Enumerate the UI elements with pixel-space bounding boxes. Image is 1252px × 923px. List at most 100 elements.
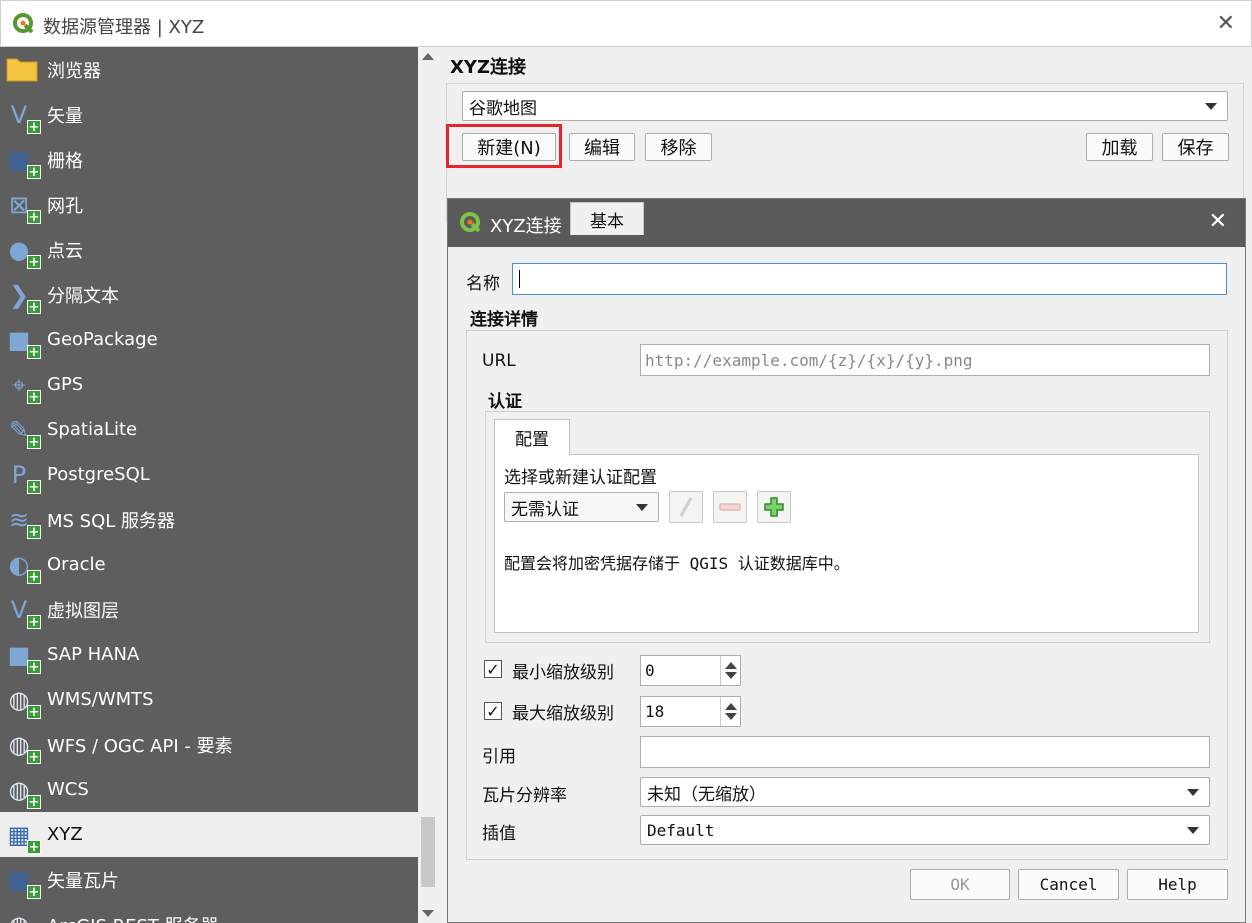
cancel-button[interactable]: Cancel (1018, 869, 1119, 900)
plus-icon: + (27, 704, 41, 720)
sidebar-item[interactable]: ▦ + XYZ (0, 812, 418, 857)
tile-resolution-value: 未知（无缩放） (647, 784, 766, 805)
auth-combo[interactable]: 无需认证 (504, 492, 659, 522)
sidebar-item-label: WCS (47, 779, 89, 800)
sidebar-item[interactable]: ◍ + WMS/WMTS (0, 677, 418, 722)
wms-icon: ◍ + (8, 685, 41, 720)
save-button[interactable]: 保存 (1162, 133, 1229, 161)
mssql-icon: ≋ + (8, 505, 41, 540)
wcs-icon: ◍ + (8, 775, 41, 810)
sidebar-item[interactable]: ◍ + WCS (0, 767, 418, 812)
window-title: 数据源管理器 | XYZ (43, 17, 205, 38)
tile-resolution-combo[interactable]: 未知（无缩放） (640, 777, 1210, 807)
help-button[interactable]: Help (1127, 869, 1228, 900)
tab-basic[interactable]: 基本 (570, 202, 644, 235)
spatialite-icon: ✎ + (8, 415, 41, 450)
dialog-title: XYZ连接 (490, 216, 562, 237)
source-sidebar: 浏览器 V + 矢量 ▦ + 栅格 ⊠ + 网孔 ● + 点云 ❯ + 分隔文本 ■ + GeoPackage ⌖ + G… (0, 47, 418, 923)
sidebar-item[interactable]: ◐ + Oracle (0, 542, 418, 587)
sidebar-item[interactable]: ▦ + 栅格 (0, 137, 418, 182)
sidebar-item-label: 虚拟图层 (47, 600, 119, 622)
sidebar-item[interactable]: ● + 点云 (0, 227, 418, 272)
sidebar-item[interactable]: ⌖ + GPS (0, 362, 418, 407)
plus-icon: + (27, 119, 41, 135)
sidebar-item[interactable]: ◍ + WFS / OGC API - 要素 (0, 722, 418, 767)
chevron-down-icon (1187, 789, 1199, 796)
referer-label: 引用 (482, 747, 516, 767)
sidebar-item-label: GPS (47, 374, 84, 395)
plus-icon: + (27, 299, 41, 315)
raster-icon: ▦ + (7, 145, 41, 180)
pencil-icon (679, 497, 693, 517)
max-zoom-checkbox[interactable]: ✓ (484, 701, 502, 721)
sidebar-item[interactable]: ❯ + 分隔文本 (0, 272, 418, 317)
referer-input[interactable] (640, 736, 1210, 768)
max-zoom-label: 最大缩放级别 (512, 704, 614, 724)
interpolation-value: Default (647, 820, 715, 840)
check-icon: ✓ (486, 659, 500, 679)
geopackage-icon: ■ + (7, 325, 41, 360)
min-zoom-label: 最小缩放级别 (512, 663, 614, 683)
min-zoom-checkbox[interactable]: ✓ (484, 659, 502, 679)
edit-auth-button[interactable] (669, 491, 703, 523)
sidebar-item[interactable]: ■ + GeoPackage (0, 317, 418, 362)
new-button[interactable]: 新建(N) (462, 133, 556, 161)
sidebar-item[interactable]: ⊠ + 网孔 (0, 182, 418, 227)
xyz-connection-dialog: XYZ连接 ✕ 名称 连接详情 URL http://example.com/{… (447, 198, 1246, 923)
edit-button[interactable]: 编辑 (569, 133, 635, 161)
min-zoom-spinbox[interactable]: 0 (640, 655, 741, 686)
spin-down-icon[interactable] (725, 672, 737, 679)
spin-up-icon[interactable] (725, 662, 737, 669)
sidebar-item-label: MS SQL 服务器 (47, 510, 176, 532)
spin-down-icon[interactable] (725, 713, 737, 720)
add-auth-button[interactable] (757, 491, 791, 523)
xyz-icon: ▦ + (7, 820, 41, 855)
remove-button[interactable]: 移除 (645, 133, 712, 161)
ok-button[interactable]: OK (910, 869, 1010, 900)
connection-combo-value: 谷歌地图 (469, 98, 537, 119)
url-label: URL (482, 351, 516, 371)
oracle-icon: ◐ + (8, 550, 41, 585)
url-placeholder: http://example.com/{z}/{x}/{y}.png (645, 350, 973, 370)
sidebar-item[interactable]: ▦ + 矢量瓦片 (0, 857, 418, 902)
sidebar-item[interactable]: ≋ + MS SQL 服务器 (0, 497, 418, 542)
spin-arrows[interactable] (720, 656, 740, 685)
plus-icon: + (27, 839, 41, 855)
sidebar-item-label: 点云 (47, 240, 83, 262)
load-button[interactable]: 加载 (1086, 133, 1153, 161)
sidebar-item-label: SpatiaLite (47, 419, 138, 440)
sidebar-item-label: 分隔文本 (47, 285, 119, 307)
scroll-down-icon[interactable] (422, 910, 434, 917)
spin-arrows[interactable] (720, 697, 740, 726)
plus-icon: + (27, 569, 41, 585)
sidebar-item[interactable]: V + 虚拟图层 (0, 587, 418, 632)
remove-auth-button[interactable] (713, 491, 747, 523)
sidebar-item[interactable]: 浏览器 (0, 47, 418, 92)
sidebar-item[interactable]: ■ + SAP HANA (0, 632, 418, 677)
scroll-thumb[interactable] (421, 817, 435, 887)
sidebar-item-label: 矢量 (47, 105, 83, 127)
sidebar-item[interactable]: ◍+ ArcGIS REST 服务器 (0, 902, 418, 923)
scroll-up-icon[interactable] (422, 53, 434, 60)
auth-title: 认证 (488, 392, 522, 412)
mesh-icon: ⊠ + (8, 190, 41, 225)
auth-combo-value: 无需认证 (511, 499, 579, 520)
point-cloud-icon: ● + (8, 235, 41, 270)
sidebar-scrollbar[interactable] (418, 47, 438, 923)
interpolation-combo[interactable]: Default (640, 815, 1210, 845)
sidebar-item[interactable]: P + PostgreSQL (0, 452, 418, 497)
delimited-text-icon: ❯ + (8, 280, 41, 315)
url-input[interactable]: http://example.com/{z}/{x}/{y}.png (640, 344, 1210, 376)
connection-combo[interactable]: 谷歌地图 (462, 91, 1228, 121)
check-icon: ✓ (486, 701, 500, 721)
plus-icon: + (27, 524, 41, 540)
sidebar-item-label: 栅格 (47, 150, 83, 172)
spin-up-icon[interactable] (725, 703, 737, 710)
name-input[interactable] (512, 263, 1227, 295)
close-icon[interactable]: ✕ (1217, 11, 1235, 36)
sidebar-item[interactable]: ✎ + SpatiaLite (0, 407, 418, 452)
sidebar-item[interactable]: V + 矢量 (0, 92, 418, 137)
dialog-close-icon[interactable]: ✕ (1209, 209, 1227, 234)
max-zoom-spinbox[interactable]: 18 (640, 696, 741, 727)
tab-config[interactable]: 配置 (494, 419, 570, 455)
